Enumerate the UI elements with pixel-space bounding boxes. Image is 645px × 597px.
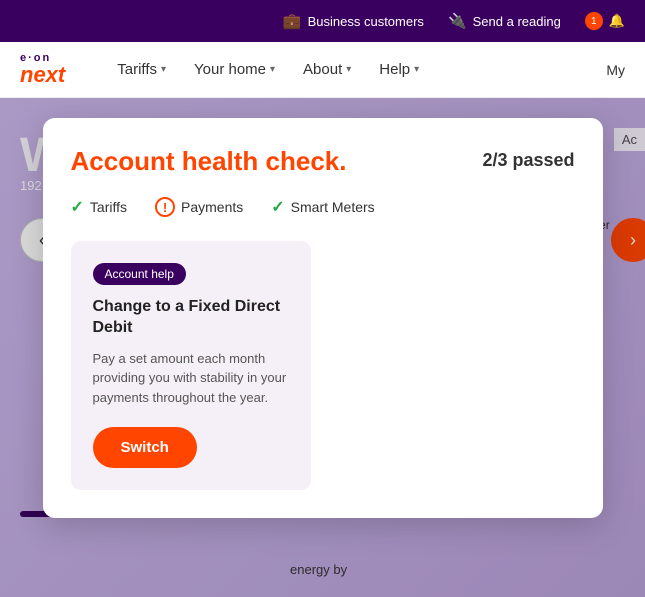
card-title: Change to a Fixed Direct Debit: [93, 297, 289, 339]
checkmark-icon: ✓: [71, 197, 84, 217]
check-tariffs: ✓ Tariffs: [71, 197, 128, 217]
health-check-modal: Account health check. 2/3 passed ✓ Tarif…: [43, 118, 603, 518]
switch-button[interactable]: Switch: [93, 427, 197, 468]
modal-score: 2/3 passed: [482, 150, 574, 171]
notification-count: 1: [591, 16, 597, 27]
card-badge: Account help: [93, 263, 186, 285]
nav-your-home-label: Your home: [194, 61, 266, 78]
logo[interactable]: e·on next: [20, 53, 65, 86]
modal-header: Account health check. 2/3 passed: [71, 146, 575, 177]
check-payments: ! Payments: [155, 197, 243, 217]
briefcase-icon: 💼: [283, 12, 302, 30]
nav-my-label: My: [606, 62, 625, 78]
notification-badge: 1: [585, 12, 603, 30]
chevron-down-icon: ▾: [270, 64, 275, 75]
nav-items: Tariffs ▾ Your home ▾ About ▾ Help ▾: [105, 53, 606, 86]
card-description: Pay a set amount each month providing yo…: [93, 349, 289, 408]
nav-about-label: About: [303, 61, 342, 78]
nav-help-label: Help: [379, 61, 410, 78]
modal-title: Account health check.: [71, 146, 467, 177]
chevron-down-icon: ▾: [414, 64, 419, 75]
nav-tariffs[interactable]: Tariffs ▾: [105, 53, 178, 86]
send-reading-link[interactable]: 🔌 Send a reading: [448, 12, 561, 30]
nav-help[interactable]: Help ▾: [367, 53, 431, 86]
chevron-down-icon: ▾: [161, 64, 166, 75]
business-customers-label: Business customers: [308, 14, 424, 29]
notifications-button[interactable]: 1 🔔: [585, 12, 625, 30]
recommendation-card: Account help Change to a Fixed Direct De…: [71, 241, 311, 490]
modal-overlay: Account health check. 2/3 passed ✓ Tarif…: [0, 98, 645, 597]
nav-tariffs-label: Tariffs: [117, 61, 157, 78]
check-smart-meters: ✓ Smart Meters: [271, 197, 374, 217]
send-reading-label: Send a reading: [473, 14, 561, 29]
notification-icon: 🔔: [609, 13, 625, 29]
nav-about[interactable]: About ▾: [291, 53, 363, 86]
logo-next: next: [20, 64, 65, 86]
chevron-down-icon: ▾: [346, 64, 351, 75]
checkmark-icon: ✓: [271, 197, 284, 217]
nav-bar: e·on next Tariffs ▾ Your home ▾ About ▾ …: [0, 42, 645, 98]
check-payments-label: Payments: [181, 199, 243, 215]
business-customers-link[interactable]: 💼 Business customers: [283, 12, 424, 30]
top-bar: 💼 Business customers 🔌 Send a reading 1 …: [0, 0, 645, 42]
check-tariffs-label: Tariffs: [90, 199, 127, 215]
nav-your-home[interactable]: Your home ▾: [182, 53, 287, 86]
nav-my[interactable]: My: [606, 62, 625, 78]
check-smart-meters-label: Smart Meters: [291, 199, 375, 215]
check-items-row: ✓ Tariffs ! Payments ✓ Smart Meters: [71, 197, 575, 217]
warning-icon: !: [155, 197, 175, 217]
meter-icon: 🔌: [448, 12, 467, 30]
